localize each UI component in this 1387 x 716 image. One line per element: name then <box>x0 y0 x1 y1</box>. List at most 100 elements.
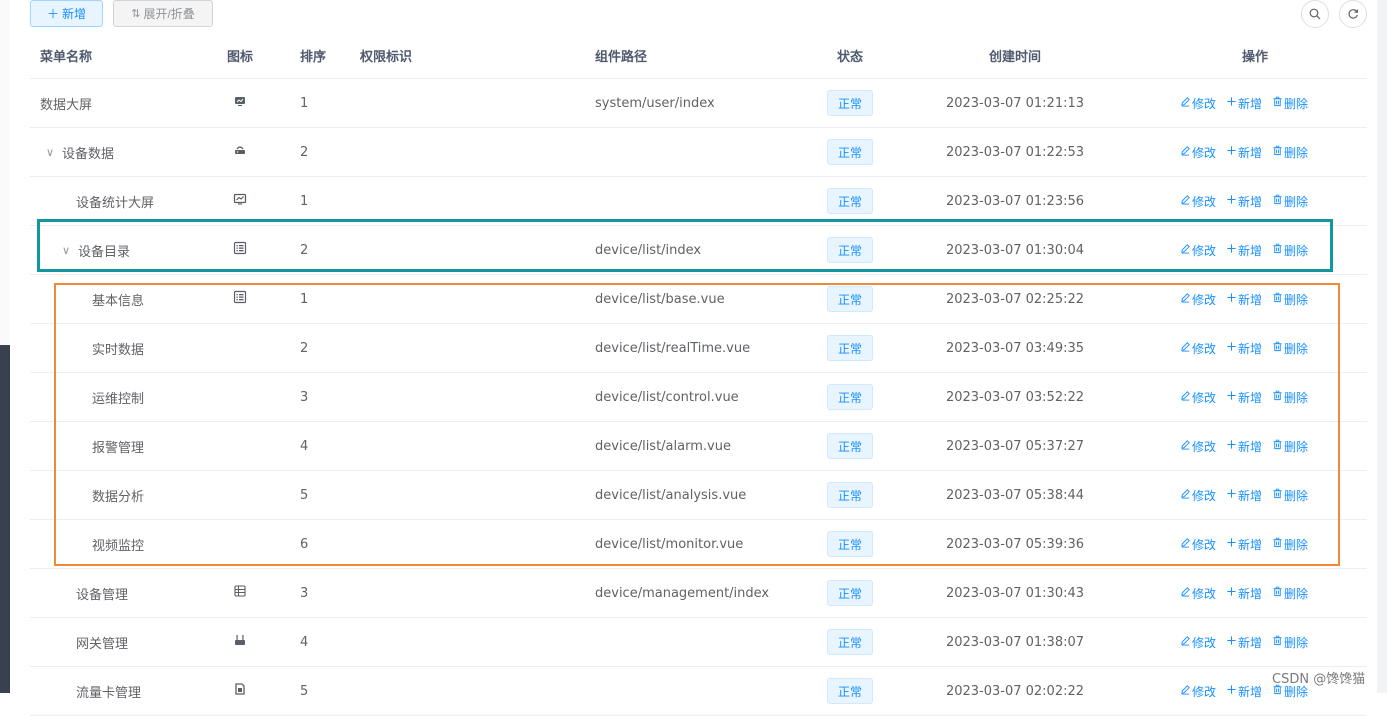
cell-ops: 修改 新增 删除 <box>1180 79 1320 127</box>
cell-icon <box>215 618 265 666</box>
delete-label: 删除 <box>1284 145 1309 160</box>
cell-name: 设备统计大屏 <box>76 177 154 225</box>
delete-label: 删除 <box>1284 586 1309 601</box>
trash-icon <box>1272 96 1283 110</box>
highlight-box-children <box>54 283 1340 566</box>
cell-ops: 修改 新增 删除 <box>1180 618 1320 666</box>
chevron-down-icon[interactable]: ∨ <box>46 146 62 159</box>
edit-button[interactable]: 修改 <box>1180 585 1216 602</box>
add-child-button[interactable]: 新增 <box>1226 683 1262 700</box>
cell-icon <box>215 569 265 617</box>
sim-card-icon <box>233 682 247 700</box>
plus-icon <box>1226 194 1237 208</box>
cell-order: 5 <box>300 683 309 699</box>
menu-name: 设备数据 <box>62 146 115 162</box>
plus-icon <box>1226 586 1237 600</box>
status-badge: 正常 <box>827 188 873 214</box>
plus-icon <box>1226 96 1237 110</box>
cell-ops: 修改 新增 删除 <box>1180 569 1320 617</box>
edit-label: 修改 <box>1192 145 1217 160</box>
delete-button[interactable]: 删除 <box>1272 144 1308 161</box>
search-icon <box>1309 8 1321 20</box>
header-path: 组件路径 <box>595 49 648 65</box>
delete-button[interactable]: 删除 <box>1272 193 1308 210</box>
cell-path: system/user/index <box>595 95 715 111</box>
monitor-icon <box>233 94 247 112</box>
edit-button[interactable]: 修改 <box>1180 144 1216 161</box>
table-row[interactable]: 设备管理 3 device/management/index 正常 2023-0… <box>30 569 1367 618</box>
table-row[interactable]: 网关管理 4 正常 2023-03-07 01:38:07 修改 新增 删除 <box>30 618 1367 667</box>
cell-order: 3 <box>300 585 309 601</box>
edit-button[interactable]: 修改 <box>1180 634 1216 651</box>
edit-label: 修改 <box>1192 96 1217 111</box>
refresh-button[interactable] <box>1339 0 1367 28</box>
cell-status: 正常 <box>825 79 875 127</box>
plus-icon: ＋ <box>46 7 59 21</box>
delete-label: 删除 <box>1284 194 1309 209</box>
highlight-box-directory <box>37 219 1333 272</box>
cell-name: 网关管理 <box>76 618 128 666</box>
delete-button[interactable]: 删除 <box>1272 585 1308 602</box>
edit-button[interactable]: 修改 <box>1180 193 1216 210</box>
cell-status: 正常 <box>825 618 875 666</box>
table-row[interactable]: ∨ 设备数据 2 正常 2023-03-07 01:22:53 修改 新增 删除 <box>30 128 1367 177</box>
add-child-button[interactable]: 新增 <box>1226 193 1262 210</box>
cell-ops: 修改 新增 删除 <box>1180 177 1320 225</box>
trash-icon <box>1272 194 1283 208</box>
table-row[interactable]: 流量卡管理 5 正常 2023-03-07 02:02:22 修改 新增 删除 <box>30 667 1367 716</box>
edit-button[interactable]: 修改 <box>1180 683 1216 700</box>
header-ops: 操作 <box>1241 49 1268 65</box>
add-label: 新增 <box>1238 586 1263 601</box>
cell-time: 2023-03-07 02:02:22 <box>945 683 1085 699</box>
trash-icon <box>1272 145 1283 159</box>
edit-icon <box>1180 194 1191 208</box>
trash-icon <box>1272 586 1283 600</box>
edit-icon <box>1180 635 1191 649</box>
header-order: 排序 <box>300 49 327 65</box>
add-child-button[interactable]: 新增 <box>1226 634 1262 651</box>
edit-button[interactable]: 修改 <box>1180 95 1216 112</box>
delete-button[interactable]: 删除 <box>1272 634 1308 651</box>
table-row[interactable]: 数据大屏 1 system/user/index 正常 2023-03-07 0… <box>30 79 1367 128</box>
add-child-button[interactable]: 新增 <box>1226 585 1262 602</box>
plus-icon <box>1226 635 1237 649</box>
add-child-button[interactable]: 新增 <box>1226 95 1262 112</box>
gateway-icon <box>233 633 247 651</box>
delete-label: 删除 <box>1284 96 1309 111</box>
status-badge: 正常 <box>827 629 873 655</box>
table-icon <box>233 584 247 602</box>
status-badge: 正常 <box>827 90 873 116</box>
cell-time: 2023-03-07 01:30:43 <box>945 585 1085 601</box>
cell-status: 正常 <box>825 667 875 715</box>
add-child-button[interactable]: 新增 <box>1226 144 1262 161</box>
cell-status: 正常 <box>825 569 875 617</box>
edit-label: 修改 <box>1192 194 1217 209</box>
table-header: 菜单名称 图标 排序 权限标识 组件路径 状态 创建时间 操作 <box>30 32 1367 79</box>
status-badge: 正常 <box>827 139 873 165</box>
edit-icon <box>1180 145 1191 159</box>
scrollbar-track[interactable] <box>1377 0 1387 693</box>
status-badge: 正常 <box>827 678 873 704</box>
expand-collapse-button[interactable]: ⇅ 展开/折叠 <box>113 0 213 27</box>
add-label: 新增 <box>1238 684 1263 699</box>
cell-time: 2023-03-07 01:38:07 <box>945 634 1085 650</box>
search-toggle-button[interactable] <box>1301 0 1329 28</box>
header-time: 创建时间 <box>988 49 1041 65</box>
sort-icon: ⇅ <box>131 8 141 20</box>
menu-name: 网关管理 <box>76 636 129 652</box>
edit-icon <box>1180 586 1191 600</box>
sidebar-dark-edge <box>0 345 10 693</box>
delete-label: 删除 <box>1284 635 1309 650</box>
refresh-icon <box>1348 9 1359 19</box>
delete-button[interactable]: 删除 <box>1272 95 1308 112</box>
header-name: 菜单名称 <box>40 49 93 65</box>
menu-name: 数据大屏 <box>40 97 93 113</box>
header-status: 状态 <box>836 49 863 65</box>
router-icon <box>233 143 247 161</box>
edit-label: 修改 <box>1192 635 1217 650</box>
add-label: 新增 <box>1238 96 1263 111</box>
add-button[interactable]: ＋ 新增 <box>30 0 103 27</box>
watermark: CSDN @馋馋猫 <box>1272 672 1366 687</box>
trash-icon <box>1272 635 1283 649</box>
header-perm: 权限标识 <box>360 49 413 65</box>
